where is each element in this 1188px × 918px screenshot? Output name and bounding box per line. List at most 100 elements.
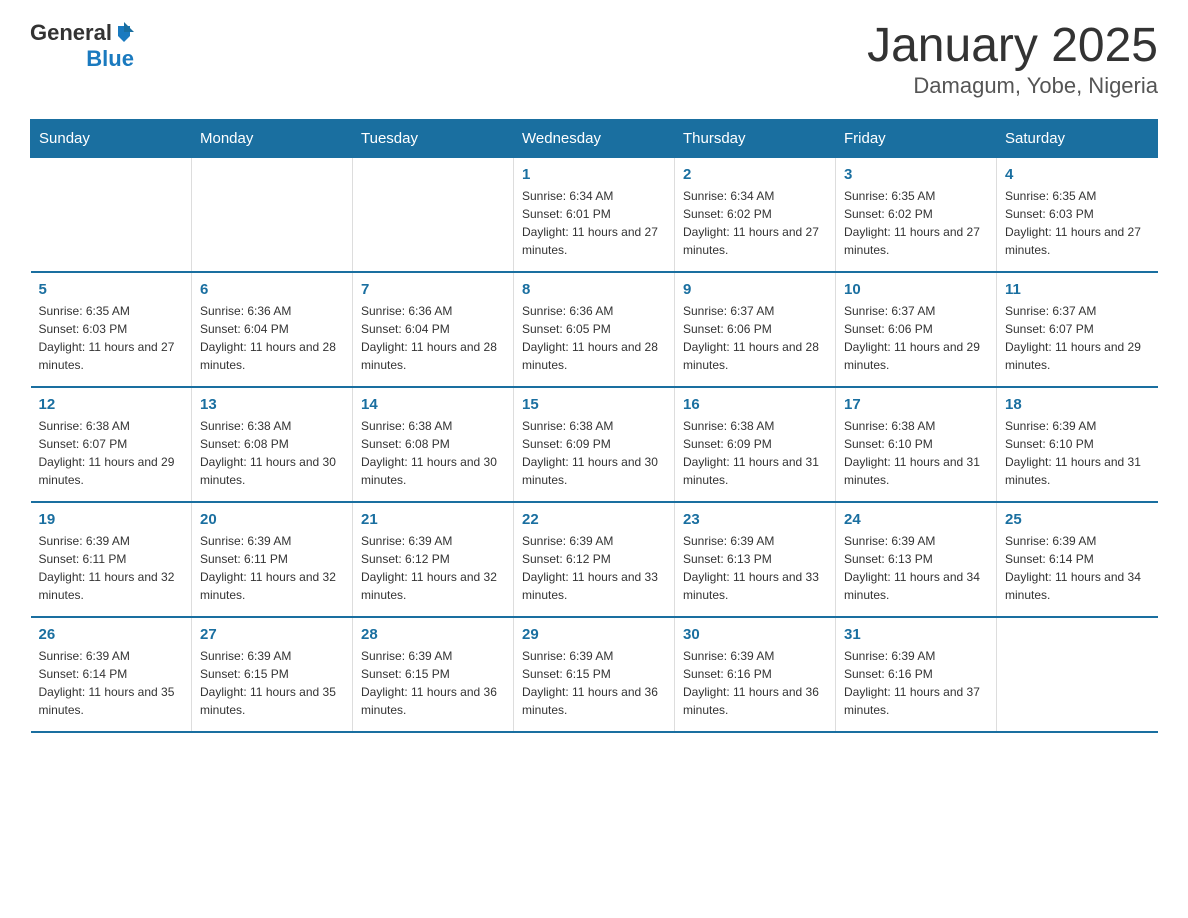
day-info: Sunrise: 6:38 AM Sunset: 6:07 PM Dayligh… (39, 417, 184, 489)
calendar-cell (353, 157, 514, 272)
calendar-cell: 21 Sunrise: 6:39 AM Sunset: 6:12 PM Dayli… (353, 502, 514, 617)
calendar-header-row: SundayMondayTuesdayWednesdayThursdayFrid… (31, 119, 1158, 157)
day-info: Sunrise: 6:38 AM Sunset: 6:08 PM Dayligh… (361, 417, 505, 489)
day-info: Sunrise: 6:37 AM Sunset: 6:07 PM Dayligh… (1005, 302, 1150, 374)
day-number: 16 (683, 396, 827, 413)
day-number: 17 (844, 396, 988, 413)
day-number: 31 (844, 626, 988, 643)
calendar-cell: 9 Sunrise: 6:37 AM Sunset: 6:06 PM Daylig… (675, 272, 836, 387)
header-monday: Monday (192, 119, 353, 157)
calendar-cell: 20 Sunrise: 6:39 AM Sunset: 6:11 PM Dayli… (192, 502, 353, 617)
calendar-cell: 5 Sunrise: 6:35 AM Sunset: 6:03 PM Daylig… (31, 272, 192, 387)
header-wednesday: Wednesday (514, 119, 675, 157)
calendar-cell: 10 Sunrise: 6:37 AM Sunset: 6:06 PM Dayli… (836, 272, 997, 387)
header-tuesday: Tuesday (353, 119, 514, 157)
day-info: Sunrise: 6:39 AM Sunset: 6:15 PM Dayligh… (361, 647, 505, 719)
day-info: Sunrise: 6:38 AM Sunset: 6:08 PM Dayligh… (200, 417, 344, 489)
day-number: 3 (844, 166, 988, 183)
day-number: 7 (361, 281, 505, 298)
day-info: Sunrise: 6:36 AM Sunset: 6:04 PM Dayligh… (361, 302, 505, 374)
day-info: Sunrise: 6:39 AM Sunset: 6:15 PM Dayligh… (200, 647, 344, 719)
header-thursday: Thursday (675, 119, 836, 157)
calendar-cell: 23 Sunrise: 6:39 AM Sunset: 6:13 PM Dayli… (675, 502, 836, 617)
day-number: 1 (522, 166, 666, 183)
logo-general-text: General (30, 20, 112, 46)
calendar-table: SundayMondayTuesdayWednesdayThursdayFrid… (30, 119, 1158, 733)
week-row-5: 26Sunrise: 6:39 AM Sunset: 6:14 PM Dayli… (31, 617, 1158, 732)
week-row-3: 12Sunrise: 6:38 AM Sunset: 6:07 PM Dayli… (31, 387, 1158, 502)
day-info: Sunrise: 6:35 AM Sunset: 6:03 PM Dayligh… (39, 302, 184, 374)
day-info: Sunrise: 6:39 AM Sunset: 6:11 PM Dayligh… (200, 532, 344, 604)
calendar-cell: 7 Sunrise: 6:36 AM Sunset: 6:04 PM Daylig… (353, 272, 514, 387)
calendar-cell (31, 157, 192, 272)
day-number: 23 (683, 511, 827, 528)
calendar-cell: 27 Sunrise: 6:39 AM Sunset: 6:15 PM Dayli… (192, 617, 353, 732)
day-info: Sunrise: 6:37 AM Sunset: 6:06 PM Dayligh… (683, 302, 827, 374)
week-row-1: 1Sunrise: 6:34 AM Sunset: 6:01 PM Daylig… (31, 157, 1158, 272)
day-info: Sunrise: 6:36 AM Sunset: 6:05 PM Dayligh… (522, 302, 666, 374)
day-info: Sunrise: 6:35 AM Sunset: 6:03 PM Dayligh… (1005, 187, 1150, 259)
logo: General Blue (30, 20, 134, 72)
day-info: Sunrise: 6:39 AM Sunset: 6:13 PM Dayligh… (844, 532, 988, 604)
day-number: 21 (361, 511, 505, 528)
day-number: 8 (522, 281, 666, 298)
calendar-cell: 15Sunrise: 6:38 AM Sunset: 6:09 PM Dayli… (514, 387, 675, 502)
calendar-cell (192, 157, 353, 272)
calendar-cell: 26Sunrise: 6:39 AM Sunset: 6:14 PM Dayli… (31, 617, 192, 732)
day-number: 27 (200, 626, 344, 643)
logo-blue-text: Blue (86, 46, 134, 71)
calendar-cell (997, 617, 1158, 732)
calendar-cell: 13 Sunrise: 6:38 AM Sunset: 6:08 PM Dayli… (192, 387, 353, 502)
day-number: 14 (361, 396, 505, 413)
day-info: Sunrise: 6:37 AM Sunset: 6:06 PM Dayligh… (844, 302, 988, 374)
calendar-cell: 1Sunrise: 6:34 AM Sunset: 6:01 PM Daylig… (514, 157, 675, 272)
calendar-cell: 2Sunrise: 6:34 AM Sunset: 6:02 PM Daylig… (675, 157, 836, 272)
day-info: Sunrise: 6:39 AM Sunset: 6:13 PM Dayligh… (683, 532, 827, 604)
week-row-2: 5 Sunrise: 6:35 AM Sunset: 6:03 PM Daylig… (31, 272, 1158, 387)
day-number: 9 (683, 281, 827, 298)
calendar-cell: 24Sunrise: 6:39 AM Sunset: 6:13 PM Dayli… (836, 502, 997, 617)
day-number: 6 (200, 281, 344, 298)
day-number: 28 (361, 626, 505, 643)
calendar-cell: 16Sunrise: 6:38 AM Sunset: 6:09 PM Dayli… (675, 387, 836, 502)
day-number: 30 (683, 626, 827, 643)
week-row-4: 19Sunrise: 6:39 AM Sunset: 6:11 PM Dayli… (31, 502, 1158, 617)
day-info: Sunrise: 6:39 AM Sunset: 6:10 PM Dayligh… (1005, 417, 1150, 489)
day-number: 20 (200, 511, 344, 528)
calendar-cell: 3 Sunrise: 6:35 AM Sunset: 6:02 PM Daylig… (836, 157, 997, 272)
day-info: Sunrise: 6:39 AM Sunset: 6:12 PM Dayligh… (522, 532, 666, 604)
day-info: Sunrise: 6:39 AM Sunset: 6:12 PM Dayligh… (361, 532, 505, 604)
day-info: Sunrise: 6:35 AM Sunset: 6:02 PM Dayligh… (844, 187, 988, 259)
day-number: 10 (844, 281, 988, 298)
day-number: 13 (200, 396, 344, 413)
header-saturday: Saturday (997, 119, 1158, 157)
calendar-cell: 22Sunrise: 6:39 AM Sunset: 6:12 PM Dayli… (514, 502, 675, 617)
day-number: 5 (39, 281, 184, 298)
day-number: 11 (1005, 281, 1150, 298)
day-info: Sunrise: 6:39 AM Sunset: 6:14 PM Dayligh… (1005, 532, 1150, 604)
page-header: General Blue January 2025 Damagum, Yobe,… (30, 20, 1158, 99)
logo-icon: General Blue (30, 20, 134, 72)
day-info: Sunrise: 6:39 AM Sunset: 6:11 PM Dayligh… (39, 532, 184, 604)
calendar-cell: 18 Sunrise: 6:39 AM Sunset: 6:10 PM Dayli… (997, 387, 1158, 502)
header-friday: Friday (836, 119, 997, 157)
calendar-cell: 30 Sunrise: 6:39 AM Sunset: 6:16 PM Dayli… (675, 617, 836, 732)
day-number: 29 (522, 626, 666, 643)
calendar-cell: 12Sunrise: 6:38 AM Sunset: 6:07 PM Dayli… (31, 387, 192, 502)
day-number: 18 (1005, 396, 1150, 413)
calendar-cell: 11 Sunrise: 6:37 AM Sunset: 6:07 PM Dayli… (997, 272, 1158, 387)
calendar-cell: 6 Sunrise: 6:36 AM Sunset: 6:04 PM Daylig… (192, 272, 353, 387)
day-info: Sunrise: 6:39 AM Sunset: 6:16 PM Dayligh… (683, 647, 827, 719)
calendar-cell: 28 Sunrise: 6:39 AM Sunset: 6:15 PM Dayli… (353, 617, 514, 732)
day-number: 4 (1005, 166, 1150, 183)
calendar-cell: 8 Sunrise: 6:36 AM Sunset: 6:05 PM Daylig… (514, 272, 675, 387)
day-info: Sunrise: 6:39 AM Sunset: 6:16 PM Dayligh… (844, 647, 988, 719)
day-info: Sunrise: 6:36 AM Sunset: 6:04 PM Dayligh… (200, 302, 344, 374)
title-block: January 2025 Damagum, Yobe, Nigeria (867, 20, 1158, 99)
day-number: 26 (39, 626, 184, 643)
header-sunday: Sunday (31, 119, 192, 157)
day-info: Sunrise: 6:38 AM Sunset: 6:10 PM Dayligh… (844, 417, 988, 489)
page-subtitle: Damagum, Yobe, Nigeria (867, 73, 1158, 99)
calendar-cell: 29Sunrise: 6:39 AM Sunset: 6:15 PM Dayli… (514, 617, 675, 732)
page-title: January 2025 (867, 20, 1158, 73)
